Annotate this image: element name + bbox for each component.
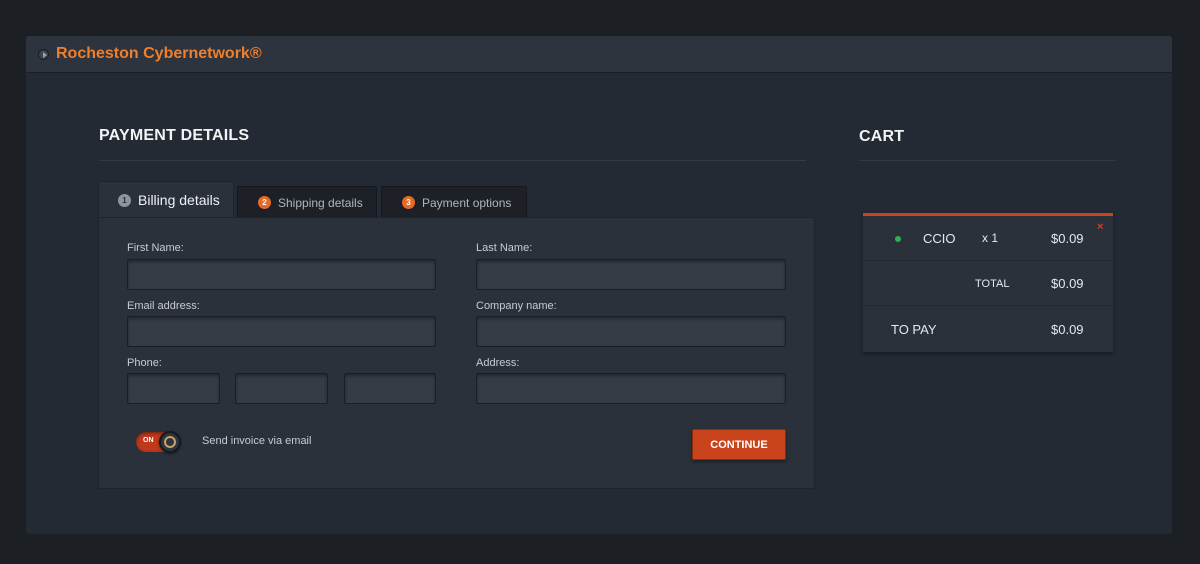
cart-title-divider	[859, 160, 1115, 161]
brand-title: Rocheston Cybernetwork®	[56, 45, 262, 62]
first-name-label: First Name:	[127, 242, 184, 254]
tab-label: Payment options	[422, 195, 512, 210]
step-number-3: 3	[402, 196, 415, 209]
company-name-input[interactable]	[476, 316, 786, 347]
phone-input-3[interactable]	[344, 373, 436, 404]
tab-label: Shipping details	[278, 195, 363, 210]
cart-title: CART	[859, 128, 905, 145]
invoice-email-toggle[interactable]: ON	[136, 431, 181, 453]
phone-input-2[interactable]	[235, 373, 328, 404]
cart-divider	[863, 260, 1113, 261]
to-pay-value: $0.09	[1051, 322, 1084, 337]
tab-billing-details[interactable]: 1 Billing details	[98, 181, 234, 218]
toggle-state-text: ON	[143, 437, 154, 444]
tab-payment-options[interactable]: 3 Payment options	[381, 186, 527, 218]
payment-details-title: PAYMENT DETAILS	[99, 127, 250, 144]
phone-input-1[interactable]	[127, 373, 220, 404]
phone-label: Phone:	[127, 357, 162, 369]
last-name-input[interactable]	[476, 259, 786, 290]
payment-title-divider	[99, 160, 806, 161]
cart-item-price: $0.09	[1051, 231, 1084, 246]
address-input[interactable]	[476, 373, 786, 404]
total-label: TOTAL	[975, 278, 1010, 290]
tab-label: Billing details	[138, 192, 220, 208]
collapse-arrow-icon[interactable]	[38, 48, 49, 60]
send-invoice-label: Send invoice via email	[202, 435, 312, 447]
to-pay-label: TO PAY	[891, 322, 937, 337]
cart-item-name: CCIO	[923, 231, 956, 246]
step-number-2: 2	[258, 196, 271, 209]
last-name-label: Last Name:	[476, 242, 533, 254]
total-value: $0.09	[1051, 276, 1084, 291]
cart-summary: CCIO x 1 $0.09 × TOTAL $0.09 TO PAY $0.0…	[863, 213, 1113, 352]
address-label: Address:	[476, 357, 520, 369]
toggle-knob-icon	[159, 431, 181, 453]
tab-shipping-details[interactable]: 2 Shipping details	[237, 186, 377, 218]
email-input[interactable]	[127, 316, 436, 347]
cart-divider	[863, 305, 1113, 306]
company-name-label: Company name:	[476, 300, 557, 312]
step-number-1: 1	[118, 193, 131, 207]
cart-item-quantity: x 1	[982, 231, 999, 245]
email-label: Email address:	[127, 300, 200, 312]
continue-button[interactable]: CONTINUE	[692, 429, 786, 460]
status-dot-icon	[895, 236, 901, 242]
panel-header: Rocheston Cybernetwork®	[26, 36, 1172, 73]
first-name-input[interactable]	[127, 259, 436, 290]
remove-item-icon[interactable]: ×	[1097, 221, 1103, 233]
